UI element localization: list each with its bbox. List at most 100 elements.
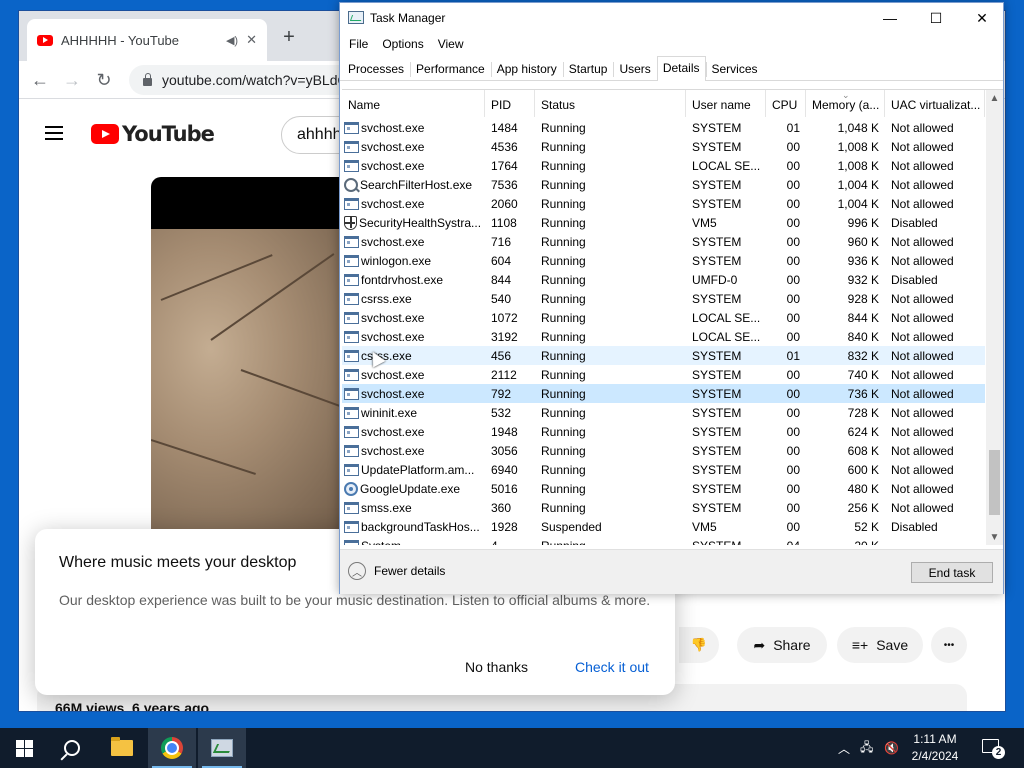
tray-overflow-chevron-icon[interactable]: ︿ <box>838 728 854 768</box>
process-pid: 532 <box>491 406 512 420</box>
column-header-status[interactable]: Status <box>535 90 686 117</box>
table-row[interactable]: svchost.exe 3192 Running LOCAL SE... 00 840 K… <box>342 327 985 346</box>
table-row[interactable]: svchost.exe 1948 Running SYSTEM 00 624 K Not a… <box>342 422 985 441</box>
tab-close-icon[interactable]: ✕ <box>246 32 257 48</box>
process-cpu: 00 <box>786 311 800 325</box>
table-row[interactable]: svchost.exe 1072 Running LOCAL SE... 00 844 K… <box>342 308 985 327</box>
table-row[interactable]: winlogon.exe 604 Running SYSTEM 00 936 K Not a… <box>342 251 985 270</box>
scroll-down-icon[interactable]: ▼ <box>986 529 1003 545</box>
new-tab-button[interactable]: + <box>277 25 301 49</box>
no-thanks-button[interactable]: No thanks <box>465 659 528 675</box>
table-row[interactable]: svchost.exe 792 Running SYSTEM 00 736 K Not al… <box>342 384 985 403</box>
table-row[interactable]: backgroundTaskHos... 1928 Suspended VM5 00 52… <box>342 517 985 536</box>
taskbar-search-button[interactable] <box>48 728 96 768</box>
back-button[interactable]: ← <box>27 67 53 93</box>
process-memory: 932 K <box>847 273 879 287</box>
taskbar-task-manager[interactable] <box>198 728 246 768</box>
table-row[interactable]: csrss.exe 456 Running SYSTEM 01 832 K Not allo… <box>342 346 985 365</box>
share-button[interactable]: ➦ Share <box>737 627 827 663</box>
lock-icon <box>143 73 152 86</box>
reload-button[interactable]: ↻ <box>91 67 117 93</box>
table-row[interactable]: svchost.exe 4536 Running SYSTEM 00 1,008 K Not… <box>342 137 985 156</box>
table-row[interactable]: svchost.exe 716 Running SYSTEM 00 960 K Not al… <box>342 232 985 251</box>
process-user: LOCAL SE... <box>692 330 761 344</box>
process-name: svchost.exe <box>361 425 425 439</box>
vertical-scrollbar[interactable]: ▲ ▼ <box>986 90 1003 545</box>
table-row[interactable]: svchost.exe 1484 Running SYSTEM 01 1,048 K Not… <box>342 118 985 137</box>
menu-options[interactable]: Options <box>375 33 430 55</box>
process-status: Running <box>541 406 586 420</box>
table-row[interactable]: smss.exe 360 Running SYSTEM 00 256 K Not allow… <box>342 498 985 517</box>
tab-users[interactable]: Users <box>613 57 656 80</box>
menu-file[interactable]: File <box>342 33 375 55</box>
taskbar-chrome[interactable] <box>148 728 196 768</box>
process-name-cell: svchost.exe <box>342 118 485 137</box>
forward-button[interactable]: → <box>59 67 85 93</box>
tab-processes[interactable]: Processes <box>342 57 410 80</box>
process-uac: Not allowed <box>891 121 954 135</box>
tab-details[interactable]: Details <box>656 56 706 81</box>
table-row[interactable]: SecurityHealthSystra... 1108 Running VM5 00 9… <box>342 213 985 232</box>
more-icon: ••• <box>943 639 955 651</box>
process-memory: 1,004 K <box>837 197 879 211</box>
process-memory: 1,048 K <box>837 121 879 135</box>
minimize-button[interactable]: — <box>867 3 913 33</box>
column-header-name[interactable]: Name <box>342 90 485 117</box>
table-row[interactable]: svchost.exe 1764 Running LOCAL SE... 00 1,008… <box>342 156 985 175</box>
process-status: Running <box>541 482 586 496</box>
table-row[interactable]: wininit.exe 532 Running SYSTEM 00 728 K Not al… <box>342 403 985 422</box>
network-icon[interactable]: 🖧 <box>860 728 878 768</box>
check-it-out-button[interactable]: Check it out <box>575 659 649 675</box>
menu-view[interactable]: View <box>431 33 471 55</box>
end-task-button[interactable]: End task <box>911 562 993 583</box>
column-header-cpu[interactable]: CPU <box>766 90 806 117</box>
process-cpu: 00 <box>786 444 800 458</box>
tab-audio-icon[interactable]: ◀) <box>226 34 238 47</box>
scrollbar-thumb[interactable] <box>989 450 1000 515</box>
more-actions-button[interactable]: ••• <box>931 627 967 663</box>
table-row[interactable]: UpdatePlatform.am... 6940 Running SYSTEM 00 6… <box>342 460 985 479</box>
menu-icon[interactable] <box>45 126 63 140</box>
process-name: svchost.exe <box>361 197 425 211</box>
fewer-details-button[interactable]: ︿ Fewer details <box>348 562 445 580</box>
tab-startup[interactable]: Startup <box>562 57 614 80</box>
column-header-user[interactable]: User name <box>686 90 766 117</box>
process-name-cell: backgroundTaskHos... <box>342 517 485 536</box>
process-pid: 4536 <box>491 140 518 154</box>
process-uac: Not allowed <box>891 235 954 249</box>
table-row[interactable]: fontdrvhost.exe 844 Running UMFD-0 00 932 K Di… <box>342 270 985 289</box>
action-center-button[interactable]: 2 <box>980 736 1005 760</box>
table-row[interactable]: System 4RunningSYSTEM0420 K <box>342 536 985 545</box>
youtube-logo[interactable]: YouTube <box>91 122 215 146</box>
process-name: System <box>361 539 401 545</box>
process-name-cell: svchost.exe <box>342 327 485 346</box>
maximize-button[interactable]: ☐ <box>913 3 959 33</box>
process-user: SYSTEM <box>692 178 742 192</box>
clock[interactable]: 1:11 AM 2/4/2024 <box>905 731 965 765</box>
column-header-pid[interactable]: PID <box>485 90 535 117</box>
column-header-memory[interactable]: ⌄ Memory (a... <box>806 90 885 117</box>
column-header-uac[interactable]: UAC virtualizat... <box>885 90 985 117</box>
browser-tab[interactable]: AHHHHH - YouTube ◀) ✕ <box>27 19 267 61</box>
tab-services[interactable]: Services <box>705 57 764 80</box>
table-row[interactable]: svchost.exe 2112 Running SYSTEM 00 740 K Not a… <box>342 365 985 384</box>
save-button[interactable]: ≡+ Save <box>837 627 923 663</box>
start-button[interactable] <box>0 728 48 768</box>
tab-performance[interactable]: Performance <box>410 57 491 80</box>
table-row[interactable]: svchost.exe 3056 Running SYSTEM 00 608 K Not a… <box>342 441 985 460</box>
process-uac: Not allowed <box>891 501 954 515</box>
title-bar[interactable]: Task Manager — ☐ ✕ <box>340 3 1003 33</box>
dislike-button[interactable]: 👎 <box>679 627 719 663</box>
video-player[interactable] <box>151 177 351 529</box>
table-row[interactable]: SearchFilterHost.exe 7536 Running SYSTEM 00 1… <box>342 175 985 194</box>
scroll-up-icon[interactable]: ▲ <box>986 90 1003 107</box>
table-row[interactable]: svchost.exe 2060 Running SYSTEM 00 1,004 K Not… <box>342 194 985 213</box>
volume-muted-icon[interactable]: 🔇 <box>884 728 902 768</box>
tab-app-history[interactable]: App history <box>490 57 563 80</box>
close-button[interactable]: ✕ <box>959 3 1005 33</box>
process-memory: 1,004 K <box>837 178 879 192</box>
process-name-cell: svchost.exe <box>342 384 485 403</box>
table-row[interactable]: csrss.exe 540 Running SYSTEM 00 928 K Not allo… <box>342 289 985 308</box>
table-row[interactable]: GoogleUpdate.exe 5016 Running SYSTEM 00 480 K… <box>342 479 985 498</box>
taskbar-file-explorer[interactable] <box>98 728 146 768</box>
